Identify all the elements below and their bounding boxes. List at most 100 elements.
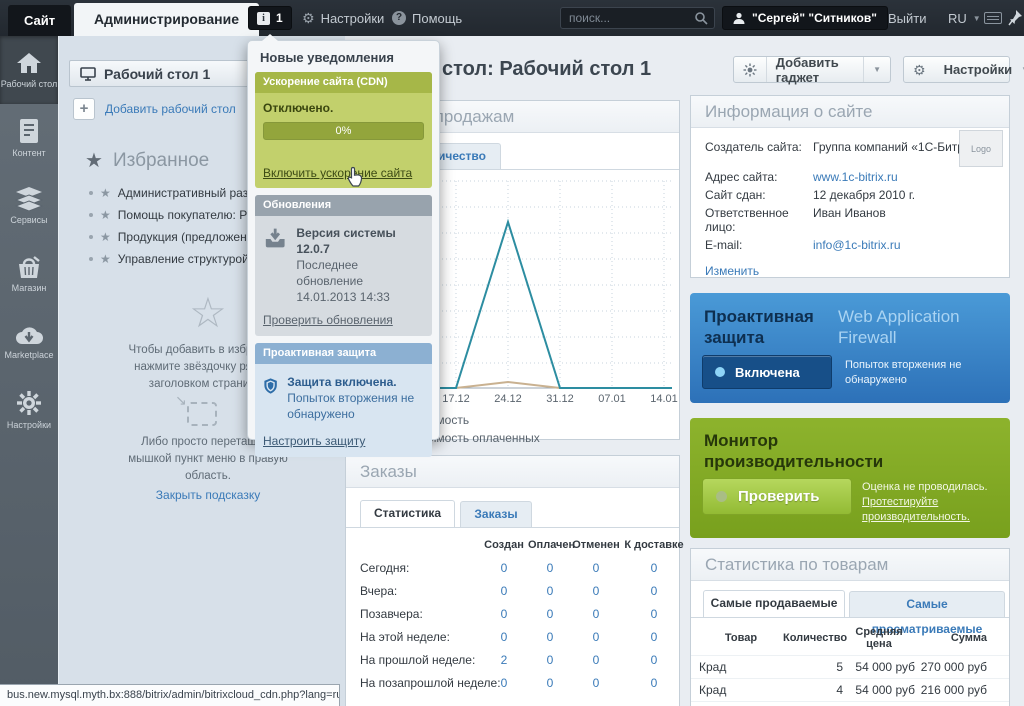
sidebar-item-label: Контент	[12, 148, 46, 158]
orders-value-link[interactable]: 0	[572, 607, 620, 621]
update-line2: Последнее обновление	[296, 258, 364, 288]
waf-note: Попыток вторжения не обнаружено	[845, 359, 962, 386]
plus-icon: +	[79, 100, 89, 117]
products-column-header: Средняя цена	[855, 626, 903, 650]
orders-value-link[interactable]: 0	[528, 630, 572, 644]
search-icon[interactable]	[694, 11, 708, 25]
add-desktop-link[interactable]: Добавить рабочий стол	[105, 102, 236, 116]
orders-row: На прошлой неделе: 2 0 0 0	[346, 648, 679, 671]
bullet-icon	[89, 235, 93, 239]
orders-value-link[interactable]: 0	[620, 584, 688, 598]
orders-value-link[interactable]: 0	[528, 653, 572, 667]
check-updates-link[interactable]: Проверить обновления	[255, 313, 432, 336]
performance-title: Монитор производительности	[704, 431, 884, 471]
orders-value-link[interactable]: 0	[528, 676, 572, 690]
bullet-icon	[89, 213, 93, 217]
language-label: RU	[948, 10, 967, 26]
products-tab-top-viewed[interactable]: Самые просматриваемые	[849, 591, 1005, 636]
topbar-admin-tab[interactable]: Администрирование	[74, 3, 259, 36]
products-cell: 270 000 руб	[920, 660, 987, 674]
cdn-enable-link[interactable]: Включить ускорение сайта	[263, 166, 412, 180]
orders-value-link[interactable]: 0	[480, 676, 528, 690]
orders-value-link[interactable]: 0	[572, 630, 620, 644]
products-column-header: Количество	[783, 632, 848, 644]
search-input[interactable]	[560, 7, 715, 29]
add-desktop-button[interactable]: +	[73, 98, 95, 120]
orders-value-link[interactable]: 0	[528, 607, 572, 621]
cdn-progress-bar: 0%	[263, 122, 424, 140]
settings-menu[interactable]: ⚙ Настройки	[302, 0, 384, 36]
download-icon	[265, 228, 285, 248]
orders-value-link[interactable]: 0	[480, 584, 528, 598]
update-version: Версия системы 12.0.7	[296, 226, 396, 256]
keyboard-icon[interactable]	[984, 12, 1002, 24]
sidebar-item-home[interactable]: Рабочий стол	[0, 36, 58, 104]
sidebar-item-document[interactable]: Контент	[0, 104, 58, 172]
sidebar-item-basket[interactable]: Магазин	[0, 240, 58, 308]
cloud-icon	[14, 324, 44, 346]
products-tab-top-selling[interactable]: Самые продаваемые	[703, 590, 845, 617]
orders-value-link[interactable]: 0	[620, 561, 688, 575]
status-dot-icon	[716, 491, 727, 502]
configure-security-link[interactable]: Настроить защиту	[255, 428, 432, 457]
help-menu[interactable]: ? Помощь	[392, 0, 462, 36]
orders-value-link[interactable]: 0	[528, 584, 572, 598]
layers-icon	[15, 187, 43, 211]
topbar-site-tab[interactable]: Сайт	[8, 5, 72, 36]
sidebar-item-layers[interactable]: Сервисы	[0, 172, 58, 240]
sidebar-item-gear[interactable]: Настройки	[0, 376, 58, 444]
products-cell: 5	[836, 660, 843, 674]
orders-value-link[interactable]: 0	[572, 653, 620, 667]
orders-value-link[interactable]: 0	[480, 630, 528, 644]
orders-value-link[interactable]: 0	[620, 630, 688, 644]
gear-icon	[16, 390, 42, 416]
orders-row-label: На этой неделе:	[360, 629, 450, 644]
products-row: Крад 4 54 000 руб 216 000 руб	[691, 678, 1009, 701]
site-info-title: Информация о сайте	[691, 96, 1009, 128]
orders-value-link[interactable]: 0	[572, 676, 620, 690]
orders-column-header: К доставке	[624, 539, 684, 551]
orders-value-link[interactable]: 0	[480, 561, 528, 575]
orders-tab-statistics[interactable]: Статистика	[360, 500, 455, 527]
settings-button[interactable]: ⚙ Настройки ▼	[903, 56, 1024, 83]
orders-tabs: Статистика Заказы	[346, 500, 679, 528]
close-tip-link[interactable]: Закрыть подсказку	[123, 488, 293, 502]
site-info-value[interactable]: info@1c-bitrix.ru	[813, 238, 901, 252]
orders-rows: Сегодня: 0 0 0 0 Вчера: 0 0 0 0 Позавчера: 0 0 0 0 На э…	[346, 556, 679, 694]
products-rows: Крад 5 54 000 руб 270 000 руб Крад 4 54 000 ру…	[691, 655, 1009, 706]
orders-value-link[interactable]: 0	[620, 653, 688, 667]
orders-value-link[interactable]: 0	[572, 584, 620, 598]
orders-value-link[interactable]: 0	[620, 607, 688, 621]
logout-button[interactable]: Выйти	[888, 0, 927, 36]
waf-status-button[interactable]: Включена	[702, 355, 832, 389]
status-dot-icon	[715, 367, 725, 377]
performance-note: Оценка не проводилась. Протестируйте про…	[862, 480, 1002, 525]
orders-value-link[interactable]: 0	[528, 561, 572, 575]
logo-box[interactable]: Logo	[959, 130, 1003, 167]
site-info-label: E-mail:	[705, 238, 743, 252]
products-stats-widget: Статистика по товарам Самые продаваемые …	[690, 548, 1010, 706]
add-gadget-button[interactable]: Добавить гаджет ▼	[733, 54, 891, 85]
orders-value-link[interactable]: 0	[572, 561, 620, 575]
pin-icon[interactable]	[1008, 9, 1023, 26]
performance-test-link[interactable]: Протестируйте производительность.	[862, 496, 970, 523]
performance-check-button[interactable]: Проверить	[702, 478, 852, 515]
orders-value-link[interactable]: 2	[480, 653, 528, 667]
orders-tab-orders[interactable]: Заказы	[460, 501, 532, 527]
site-info-row: Адрес сайта: www.1c-bitrix.ru	[705, 170, 995, 184]
add-gadget-label: Добавить гаджет	[775, 54, 839, 85]
site-info-row: Сайт сдан: 12 декабря 2010 г.	[705, 188, 995, 202]
security-card: Проактивная защита Защита включена. Попы…	[255, 343, 432, 457]
bullet-icon	[89, 191, 93, 195]
notifications-button[interactable]: i 1	[248, 6, 292, 30]
orders-value-link[interactable]: 0	[620, 676, 688, 690]
site-info-value[interactable]: www.1c-bitrix.ru	[813, 170, 898, 184]
user-button[interactable]: "Сергей" "Ситников"	[722, 6, 888, 30]
user-name: "Сергей" "Ситников"	[752, 11, 877, 25]
sidebar-item-cloud[interactable]: Marketplace	[0, 308, 58, 376]
language-selector[interactable]: RU ▼	[948, 0, 981, 36]
orders-widget: Заказы Статистика Заказы Создан Оплачен От…	[345, 455, 684, 706]
edit-link[interactable]: Изменить	[705, 264, 759, 278]
orders-value-link[interactable]: 0	[480, 607, 528, 621]
chart-x-label: 07.01	[598, 393, 626, 405]
